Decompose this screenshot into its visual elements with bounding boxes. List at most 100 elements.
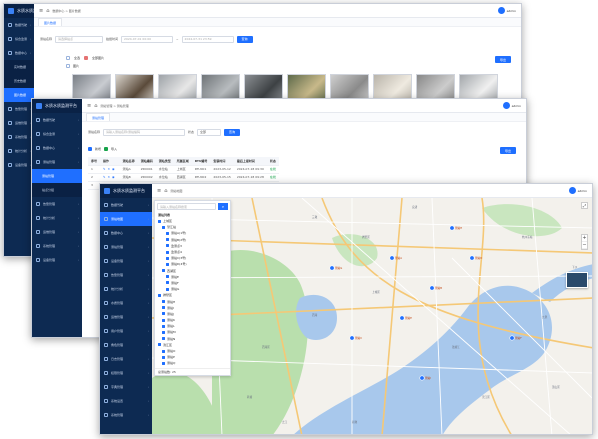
sidebar-item[interactable]: 权限管理 › <box>100 366 152 380</box>
tree-node-checkbox[interactable] <box>158 293 161 297</box>
sidebar-item[interactable]: 系统管理› <box>4 130 34 144</box>
map-view[interactable]: 西湖钱塘江滨江区上城区拱墅区萧山区西湖区杭州东站下沙九堡转塘之江闻堰三墩留下良渚… <box>152 198 592 434</box>
tree-node-checkbox[interactable] <box>162 324 165 328</box>
tree-node-checkbox[interactable] <box>162 318 165 322</box>
import-icon[interactable] <box>104 147 109 151</box>
map-pin-icon[interactable] <box>509 335 515 341</box>
tree-node-checkbox[interactable] <box>162 300 165 304</box>
add-icon[interactable] <box>88 147 92 151</box>
satellite-layer-toggle[interactable] <box>566 272 588 288</box>
tree-node-checkbox[interactable] <box>166 238 169 242</box>
tree-node-checkbox[interactable] <box>162 349 165 353</box>
end-time-input[interactable]: 2024-07-31 23:59 <box>181 35 234 43</box>
export-button[interactable]: 导出 <box>494 56 511 63</box>
map-pin-icon[interactable] <box>399 315 405 321</box>
sidebar-item[interactable]: 数据中心 › <box>4 46 34 60</box>
sidebar-item[interactable]: 运维管理› <box>32 225 82 239</box>
map-pin-icon[interactable] <box>329 265 335 271</box>
sidebar-item[interactable]: 数据中心 › <box>32 141 82 155</box>
sidebar-item[interactable]: 图片数据 <box>4 88 34 102</box>
sidebar-item[interactable]: 设备管理› <box>32 253 82 267</box>
station-search-input[interactable]: 请输入测站名称/测站编码 <box>103 128 186 136</box>
station-select[interactable]: 请选择站点 <box>55 35 104 43</box>
sidebar-item[interactable]: 用户管理 › <box>100 324 152 338</box>
sidebar-item[interactable]: 告警管理› <box>100 268 152 282</box>
sidebar-item[interactable]: 测站管理 › <box>100 240 152 254</box>
sidebar-item[interactable]: 水质管理 › <box>100 296 152 310</box>
sidebar-item[interactable]: 综合监测 › <box>4 32 34 46</box>
sidebar-item[interactable]: 统计分析› <box>4 144 34 158</box>
gallery-checkbox[interactable] <box>66 64 70 68</box>
home-icon[interactable]: ⌂ <box>164 188 167 194</box>
tree-node-checkbox[interactable] <box>162 330 165 334</box>
search-button[interactable]: 查询 <box>224 128 241 136</box>
tree-node-checkbox[interactable] <box>158 343 161 347</box>
map-pin-icon[interactable] <box>419 375 425 381</box>
import-button[interactable]: 导入 <box>111 147 117 151</box>
home-icon[interactable]: ⌂ <box>46 8 49 14</box>
station-marker[interactable]: 测站F <box>509 335 522 341</box>
tree-node-checkbox[interactable] <box>162 337 165 341</box>
start-time-input[interactable]: 2024-07-01 00:00 <box>121 35 174 43</box>
add-button[interactable]: 新增 <box>95 147 101 151</box>
tree-node-checkbox[interactable] <box>166 262 169 266</box>
sidebar-item[interactable]: 系统设置 › <box>100 394 152 408</box>
sidebar-item[interactable]: 字典管理 › <box>100 380 152 394</box>
sidebar-item[interactable]: 历史数据 <box>4 74 34 88</box>
station-marker[interactable]: 测站A <box>389 255 402 261</box>
station-marker[interactable]: 测站G <box>329 265 342 271</box>
table-row[interactable]: 1 ✎ ✕ ◉ 测站A ZD0001 水位站 上城区 RTU001 2023-05-12 2024-… <box>88 165 279 174</box>
tab-station-management[interactable]: 测站管理 <box>86 113 111 121</box>
sidebar-item[interactable]: 设备管理› <box>4 158 34 172</box>
sidebar-item[interactable]: 测站管理 <box>32 169 82 183</box>
sidebar-item[interactable]: 告警管理› <box>4 102 34 116</box>
tree-node-checkbox[interactable] <box>162 361 165 365</box>
menu-toggle-icon[interactable]: ≡ <box>39 8 43 14</box>
station-marker[interactable]: 测站E <box>399 315 412 321</box>
fullscreen-icon[interactable]: ⤢ <box>581 202 588 209</box>
tree-node-checkbox[interactable] <box>166 281 169 285</box>
tree-node-checkbox[interactable] <box>162 225 165 229</box>
sidebar-item[interactable]: 实时数据 <box>4 60 34 74</box>
sidebar-item[interactable]: 数据驾驶 › <box>100 198 152 212</box>
station-marker[interactable]: 测站I <box>419 375 431 381</box>
tree-search-input[interactable]: 请输入测站名称搜索 <box>157 203 216 210</box>
tree-node-checkbox[interactable] <box>166 231 169 235</box>
tree-node-checkbox[interactable] <box>162 355 165 359</box>
sidebar-item[interactable]: 数据驾驶 › <box>32 113 82 127</box>
delete-icon[interactable]: ✕ <box>108 167 111 171</box>
tree-node-checkbox[interactable] <box>166 287 169 291</box>
sidebar-item[interactable]: 告警管理› <box>32 197 82 211</box>
user-menu[interactable]: admin <box>568 187 587 194</box>
home-icon[interactable]: ⌂ <box>94 103 97 109</box>
delete-icon[interactable]: ✕ <box>108 175 111 179</box>
station-marker[interactable]: 测站B <box>429 285 442 291</box>
search-button[interactable]: 查询 <box>236 35 253 43</box>
menu-toggle-icon[interactable]: ≡ <box>87 103 91 109</box>
sidebar-item[interactable]: 角色管理 › <box>100 338 152 352</box>
search-icon[interactable]: ⌕ <box>218 203 228 210</box>
detail-icon[interactable]: ◉ <box>112 167 115 171</box>
sidebar-item[interactable]: 综合监测 › <box>32 127 82 141</box>
map-pin-icon[interactable] <box>389 255 395 261</box>
map-pin-icon[interactable] <box>449 225 455 231</box>
edit-icon[interactable]: ✎ <box>103 167 106 171</box>
tree-node-checkbox[interactable] <box>162 269 165 273</box>
export-button[interactable]: 导出 <box>499 147 516 154</box>
status-select[interactable]: 全部 <box>197 128 222 136</box>
sidebar-item[interactable]: 测站地图 › <box>100 212 152 226</box>
zoom-in-icon[interactable]: + <box>582 235 587 242</box>
sidebar-item[interactable]: 运维管理› <box>4 116 34 130</box>
tree-node-checkbox[interactable] <box>166 250 169 254</box>
tree-node-checkbox[interactable] <box>166 256 169 260</box>
map-pin-icon[interactable] <box>349 335 355 341</box>
station-marker[interactable]: 测站D <box>469 255 482 261</box>
user-menu[interactable]: admin <box>497 7 516 14</box>
detail-icon[interactable]: ◉ <box>112 175 115 179</box>
station-marker[interactable]: 测站H <box>449 225 462 231</box>
sidebar-item[interactable]: 统计分析› <box>100 282 152 296</box>
tree-node-checkbox[interactable] <box>166 275 169 279</box>
sidebar-item[interactable]: 站点分组 <box>32 183 82 197</box>
tree-node-checkbox[interactable] <box>158 219 161 223</box>
picked-checkbox[interactable] <box>84 56 89 60</box>
